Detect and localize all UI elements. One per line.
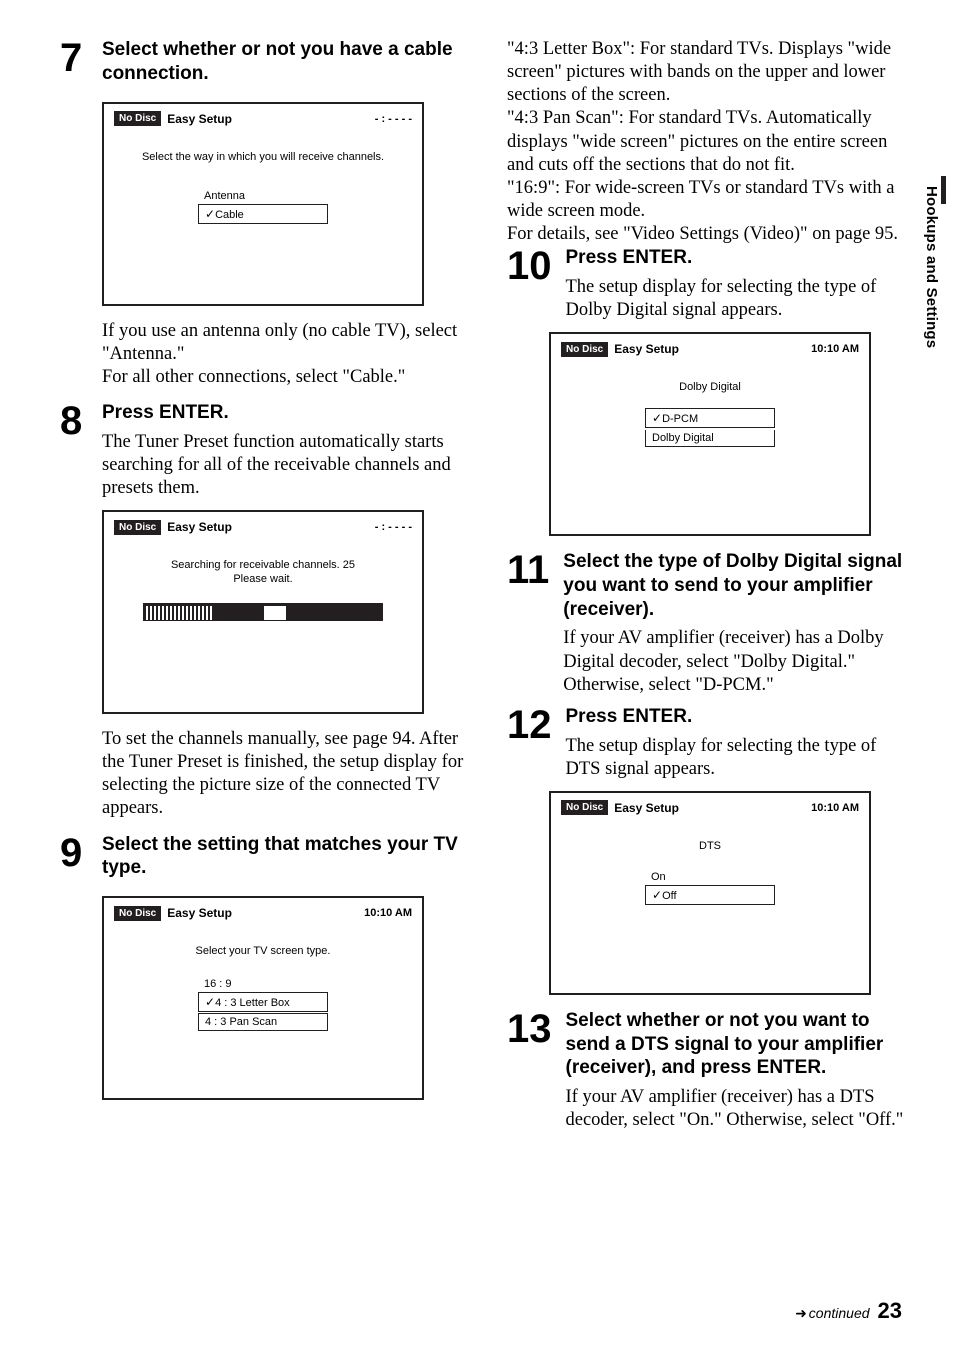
figure-label: Select your TV screen type. xyxy=(104,944,422,958)
figure-searching: No Disc Easy Setup - : - - - - Searching… xyxy=(102,510,424,714)
step-title: Press ENTER. xyxy=(566,246,909,270)
step-title: Press ENTER. xyxy=(566,705,909,729)
figure-title: Easy Setup xyxy=(167,906,232,920)
step-body: The Tuner Preset function automatically … xyxy=(102,431,475,500)
option-4-3-letterbox: ✓4 : 3 Letter Box xyxy=(198,992,328,1012)
step-body: The setup display for selecting the type… xyxy=(566,276,909,322)
step-9: 9 Select the setting that matches your T… xyxy=(60,833,475,1101)
figure-cable-select: No Disc Easy Setup - : - - - - Select th… xyxy=(102,102,424,306)
no-disc-badge: No Disc xyxy=(114,111,161,126)
option-4-3-panscan: 4 : 3 Pan Scan xyxy=(198,1013,328,1031)
step-title: Select whether or not you have a cable c… xyxy=(102,38,475,86)
step-8: 8 Press ENTER. The Tuner Preset function… xyxy=(60,401,475,821)
step-number: 8 xyxy=(60,401,88,441)
page-number: 23 xyxy=(878,1298,902,1324)
option-dolby-digital: Dolby Digital xyxy=(645,430,775,447)
page-footer: continued 23 xyxy=(795,1298,902,1324)
step-body: If your AV amplifier (receiver) has a Do… xyxy=(563,627,908,696)
figure-label: DTS xyxy=(551,839,869,853)
step-title: Select the type of Dolby Digital signal … xyxy=(563,550,908,621)
no-disc-badge: No Disc xyxy=(561,342,608,357)
tv-type-explanation: "4:3 Letter Box": For standard TVs. Disp… xyxy=(507,38,908,246)
figure-label: Select the way in which you will receive… xyxy=(104,150,422,164)
figure-dolby: No Disc Easy Setup 10:10 AM Dolby Digita… xyxy=(549,332,871,536)
figure-label: Searching for receivable channels. 25 Pl… xyxy=(104,558,422,587)
figure-title: Easy Setup xyxy=(614,342,679,356)
progress-bar xyxy=(143,603,383,621)
figure-title: Easy Setup xyxy=(167,112,232,126)
section-marker xyxy=(941,176,946,204)
option-dpcm: ✓D-PCM xyxy=(645,408,775,428)
figure-clock: - : - - - - xyxy=(375,521,412,533)
step-title: Select the setting that matches your TV … xyxy=(102,833,475,881)
figure-label: Dolby Digital xyxy=(551,380,869,394)
step-number: 10 xyxy=(507,246,552,286)
continued-label: continued xyxy=(795,1305,869,1322)
step-number: 11 xyxy=(507,550,549,590)
no-disc-badge: No Disc xyxy=(114,520,161,535)
step-10: 10 Press ENTER. The setup display for se… xyxy=(507,246,908,536)
step-7: 7 Select whether or not you have a cable… xyxy=(60,38,475,389)
figure-title: Easy Setup xyxy=(167,520,232,534)
step-body-2: To set the channels manually, see page 9… xyxy=(102,728,475,821)
figure-clock: 10:10 AM xyxy=(364,907,412,919)
step-body: The setup display for selecting the type… xyxy=(566,735,909,781)
figure-clock: 10:10 AM xyxy=(811,343,859,355)
option-dts-off: ✓Off xyxy=(645,885,775,905)
left-column: 7 Select whether or not you have a cable… xyxy=(60,38,475,1140)
step-number: 13 xyxy=(507,1009,552,1049)
figure-tv-type: No Disc Easy Setup 10:10 AM Select your … xyxy=(102,896,424,1100)
step-title: Select whether or not you want to send a… xyxy=(566,1009,909,1080)
step-11: 11 Select the type of Dolby Digital sign… xyxy=(507,550,908,697)
no-disc-badge: No Disc xyxy=(114,906,161,921)
section-label: Hookups and Settings xyxy=(923,186,940,348)
figure-clock: - : - - - - xyxy=(375,113,412,125)
figure-dts: No Disc Easy Setup 10:10 AM DTS On ✓Off xyxy=(549,791,871,995)
page-content: 7 Select whether or not you have a cable… xyxy=(0,0,954,1140)
option-16-9: 16 : 9 xyxy=(198,976,328,992)
step-number: 9 xyxy=(60,833,88,873)
option-antenna: Antenna xyxy=(198,188,328,204)
figure-clock: 10:10 AM xyxy=(811,802,859,814)
step-body: If you use an antenna only (no cable TV)… xyxy=(102,320,475,389)
step-title: Press ENTER. xyxy=(102,401,475,425)
no-disc-badge: No Disc xyxy=(561,800,608,815)
step-13: 13 Select whether or not you want to sen… xyxy=(507,1009,908,1133)
step-number: 7 xyxy=(60,38,88,78)
option-cable: ✓Cable xyxy=(198,204,328,224)
step-body: If your AV amplifier (receiver) has a DT… xyxy=(566,1086,909,1132)
option-dts-on: On xyxy=(645,869,775,885)
figure-title: Easy Setup xyxy=(614,801,679,815)
step-number: 12 xyxy=(507,705,552,745)
step-12: 12 Press ENTER. The setup display for se… xyxy=(507,705,908,995)
right-column: "4:3 Letter Box": For standard TVs. Disp… xyxy=(507,38,908,1140)
